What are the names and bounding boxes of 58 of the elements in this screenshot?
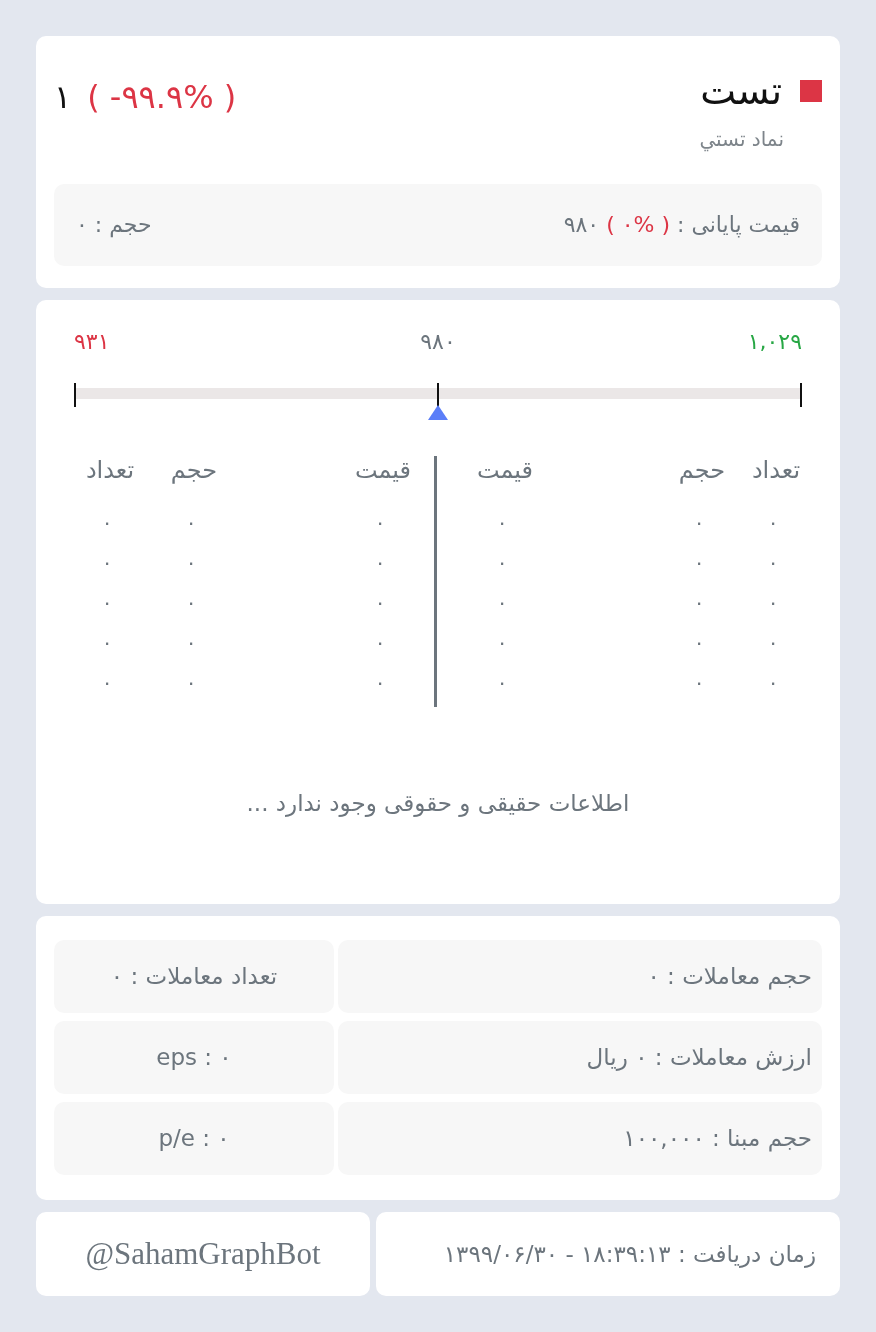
table-cell-text: ۰	[766, 669, 780, 696]
table-cell-text: ۰	[373, 589, 387, 616]
column-header: تعداد	[84, 455, 136, 486]
symbol-title: تست	[699, 68, 783, 115]
table-cell-text: ۰	[373, 509, 387, 536]
table-cell-text: ۰	[184, 509, 198, 536]
statistic-item: تعداد معاملات : ۰	[54, 940, 334, 1013]
volume-text: حجم : ۰	[76, 211, 152, 240]
table-cell-text: ۰	[692, 549, 706, 576]
table-cell-text: ۰	[766, 589, 780, 616]
table-cell-text: ۰	[100, 509, 114, 536]
statistic-item: حجم معاملات : ۰	[338, 940, 822, 1013]
status-square-icon	[800, 80, 822, 102]
table-cell-text: ۰	[184, 549, 198, 576]
statistic-item: eps : ۰	[54, 1021, 334, 1094]
no-data-message: اطلاعات حقیقی و حقوقی وجود ندارد ...	[245, 789, 631, 819]
price-change-text: ( -۹۹.۹% )	[87, 77, 237, 118]
bot-handle-text: @SahamGraphBot	[85, 1235, 321, 1273]
table-cell-text: ۰	[184, 669, 198, 696]
table-cell-text: ۰	[495, 669, 509, 696]
column-header: قیمت	[353, 455, 412, 486]
table-cell-text: ۰	[184, 629, 198, 656]
statistic-item: ارزش معاملات : ۰ ریال	[338, 1021, 822, 1094]
table-cell-text: ۰	[766, 629, 780, 656]
table-cell-text: ۰	[184, 589, 198, 616]
received-time-text: زمان دریافت : ۱۸:۳۹:۱۳ - ۱۳۹۹/۰۶/۳۰	[443, 1240, 816, 1270]
table-cell-text: ۰	[692, 669, 706, 696]
table-cell-text: ۰	[692, 589, 706, 616]
table-cell-text: ۰	[100, 669, 114, 696]
statistic-item: حجم مبنا : ۱۰۰,۰۰۰	[338, 1102, 822, 1175]
tick-mark	[437, 383, 439, 407]
table-cell-text: ۰	[100, 629, 114, 656]
last-price-text: ۱	[54, 77, 72, 118]
table-cell-text: ۰	[766, 509, 780, 536]
range-high-label: ۱,۰۲۹	[747, 328, 802, 356]
table-cell-text: ۰	[100, 589, 114, 616]
symbol-description: نماد تستي	[698, 126, 785, 153]
table-cell-text: ۰	[495, 629, 509, 656]
table-cell-text: ۰	[692, 629, 706, 656]
table-cell-text: ۰	[495, 549, 509, 576]
tick-mark	[800, 383, 802, 407]
statistic-item: p/e : ۰	[54, 1102, 334, 1175]
table-cell-text: ۰	[373, 549, 387, 576]
table-cell-text: ۰	[495, 589, 509, 616]
table-cell-text: ۰	[373, 629, 387, 656]
table-cell-text: ۰	[766, 549, 780, 576]
table-cell-text: ۰	[373, 669, 387, 696]
tick-mark	[74, 383, 76, 407]
column-header: حجم	[169, 455, 219, 486]
range-low-label: ۹۳۱	[74, 328, 110, 356]
column-header: تعداد	[750, 455, 802, 486]
column-header: حجم	[677, 455, 727, 486]
column-header: قیمت	[475, 455, 534, 486]
range-mid-label: ۹۸۰	[420, 328, 456, 356]
table-cell-text: ۰	[100, 549, 114, 576]
table-cell-text: ۰	[692, 509, 706, 536]
close-price-text: قیمت پایانی : ( ۰% ) ۹۸۰	[563, 211, 800, 240]
table-cell-text: ۰	[495, 509, 509, 536]
